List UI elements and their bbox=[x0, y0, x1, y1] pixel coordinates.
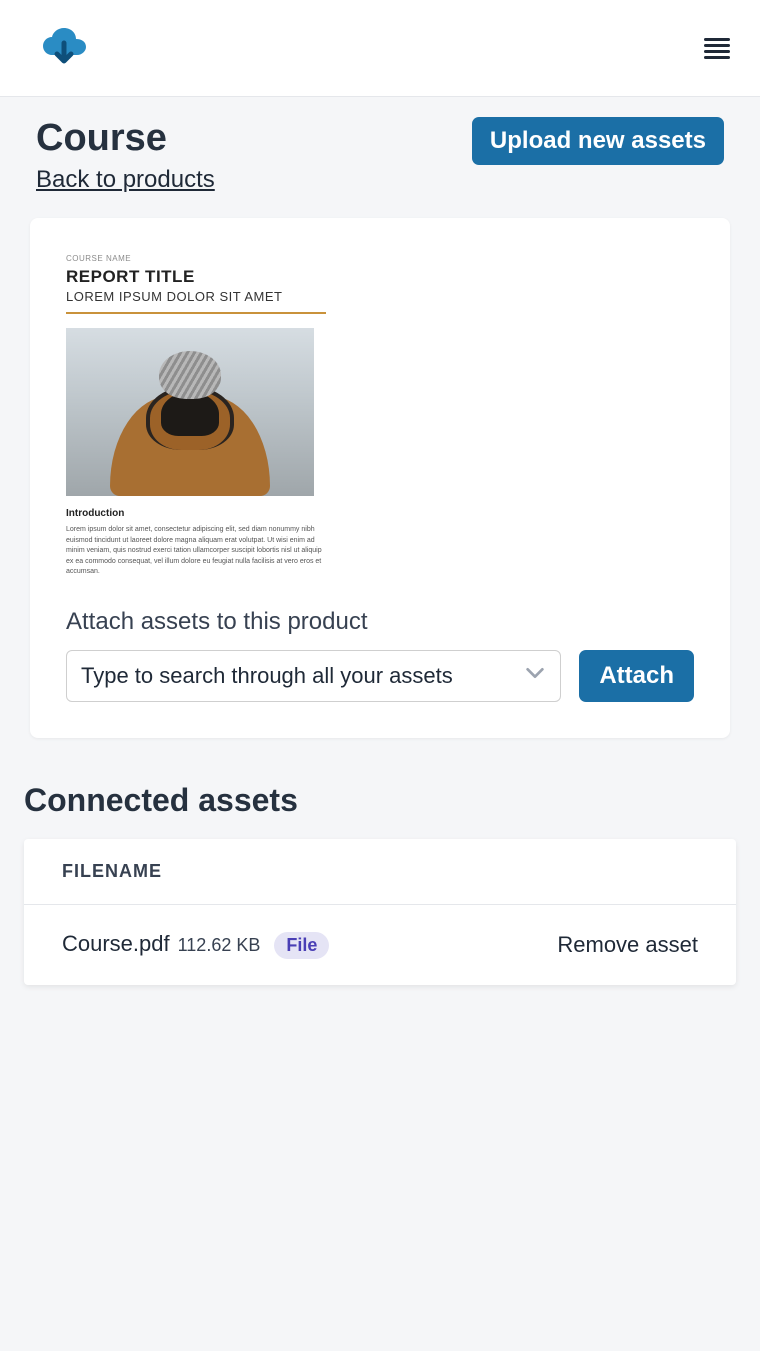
asset-filesize: 112.62 KB bbox=[178, 935, 261, 956]
preview-title: REPORT TITLE bbox=[66, 267, 326, 287]
attach-button[interactable]: Attach bbox=[579, 650, 694, 702]
document-preview: COURSE NAME REPORT TITLE LOREM IPSUM DOL… bbox=[66, 254, 326, 578]
page-title: Course bbox=[36, 117, 215, 160]
connected-assets-table: FILENAME Course.pdf 112.62 KB File Remov… bbox=[24, 839, 736, 985]
preview-subtitle: LOREM IPSUM DOLOR SIT AMET bbox=[66, 289, 326, 304]
topbar bbox=[0, 0, 760, 97]
back-to-products-link[interactable]: Back to products bbox=[36, 166, 215, 193]
product-card: COURSE NAME REPORT TITLE LOREM IPSUM DOL… bbox=[30, 218, 730, 738]
table-row: Course.pdf 112.62 KB File Remove asset bbox=[24, 905, 736, 985]
preview-intro-body: Lorem ipsum dolor sit amet, consectetur … bbox=[66, 525, 326, 578]
menu-icon[interactable] bbox=[704, 38, 730, 59]
attach-row: Attach bbox=[66, 650, 694, 702]
remove-asset-link[interactable]: Remove asset bbox=[557, 932, 698, 958]
attach-label: Attach assets to this product bbox=[66, 608, 694, 636]
file-info: Course.pdf 112.62 KB File bbox=[62, 931, 329, 959]
table-header: FILENAME bbox=[24, 839, 736, 905]
preview-image bbox=[66, 328, 314, 496]
preview-divider bbox=[66, 312, 326, 314]
preview-meta: COURSE NAME bbox=[66, 254, 326, 263]
cloud-download-icon bbox=[40, 21, 88, 75]
asset-type-badge: File bbox=[274, 932, 329, 959]
asset-search-input[interactable] bbox=[81, 663, 524, 689]
chevron-down-icon bbox=[524, 662, 546, 690]
connected-assets-title: Connected assets bbox=[24, 782, 736, 819]
preview-intro-heading: Introduction bbox=[66, 508, 326, 519]
page-header: Course Back to products Upload new asset… bbox=[0, 97, 760, 218]
column-filename: FILENAME bbox=[62, 861, 162, 881]
asset-filename: Course.pdf bbox=[62, 931, 170, 957]
logo bbox=[40, 21, 88, 75]
upload-new-assets-button[interactable]: Upload new assets bbox=[472, 117, 724, 165]
asset-search-box[interactable] bbox=[66, 650, 561, 702]
